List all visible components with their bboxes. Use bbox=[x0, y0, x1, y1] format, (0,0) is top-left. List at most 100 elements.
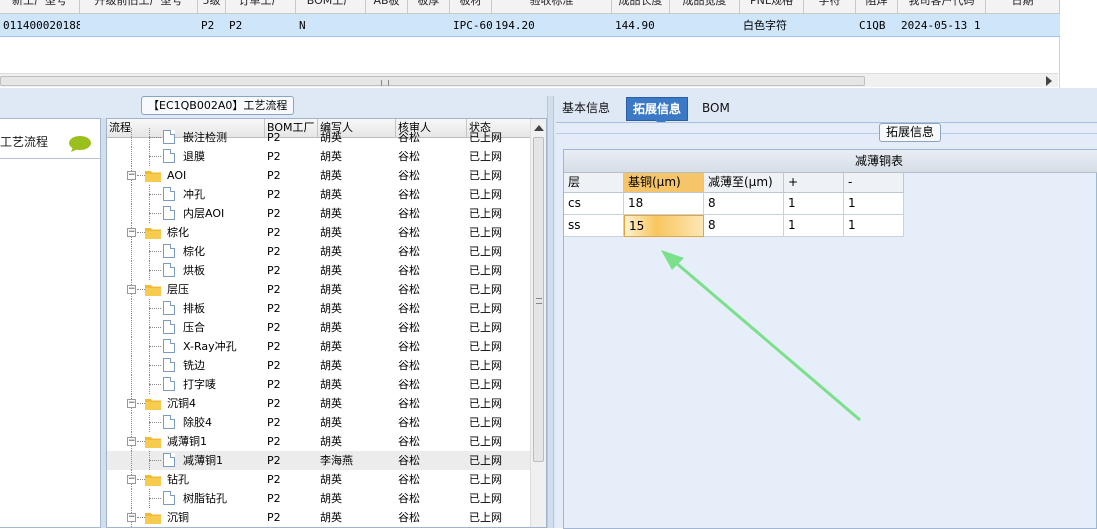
tree-cell-bom-factory[interactable]: P2 bbox=[265, 508, 318, 527]
tree-cell-status[interactable]: 已上网 bbox=[467, 166, 531, 185]
tree-cell-writer[interactable]: 胡英 bbox=[318, 299, 396, 318]
tree-cell-bom-factory[interactable]: P2 bbox=[265, 375, 318, 394]
col-header-minus[interactable]: - bbox=[844, 173, 904, 193]
order-col-header[interactable]: 板厚 bbox=[408, 0, 450, 14]
order-col-header[interactable]: BOM工厂 bbox=[296, 0, 366, 14]
tree-cell-status[interactable]: 已上网 bbox=[467, 432, 531, 451]
tree-cell-process[interactable]: X-Ray冲孔 bbox=[107, 337, 265, 356]
cell-layer[interactable]: cs bbox=[564, 193, 624, 215]
tree-cell-bom-factory[interactable]: P2 bbox=[265, 299, 318, 318]
cell-base-copper-editing[interactable]: 15 bbox=[624, 215, 704, 237]
tree-cell-process[interactable]: 烘板 bbox=[107, 261, 265, 280]
tree-node-leaf[interactable]: 烘板 P2 胡英 谷松 已上网 bbox=[107, 261, 531, 280]
tree-cell-status[interactable]: 已上网 bbox=[467, 451, 531, 470]
tree-cell-status[interactable]: 已上网 bbox=[467, 508, 531, 527]
tree-cell-bom-factory[interactable]: P2 bbox=[265, 470, 318, 489]
tree-cell-reviewer[interactable]: 谷松 bbox=[396, 375, 467, 394]
tree-cell-writer[interactable]: 胡英 bbox=[318, 470, 396, 489]
tree-cell-writer[interactable]: 胡英 bbox=[318, 394, 396, 413]
order-col-header[interactable]: PNL规格 bbox=[740, 0, 804, 14]
tree-cell-status[interactable]: 已上网 bbox=[467, 185, 531, 204]
tree-cell-bom-factory[interactable]: P2 bbox=[265, 394, 318, 413]
chat-bubble-icon[interactable] bbox=[68, 135, 92, 152]
tree-node-leaf[interactable]: 嵌注检测 P2 胡英 谷松 已上网 bbox=[107, 128, 531, 147]
tree-cell-reviewer[interactable]: 谷松 bbox=[396, 432, 467, 451]
tree-cell-reviewer[interactable]: 谷松 bbox=[396, 413, 467, 432]
tree-cell-bom-factory[interactable]: P2 bbox=[265, 280, 318, 299]
tree-cell-reviewer[interactable]: 谷松 bbox=[396, 128, 467, 147]
collapse-toggle-icon[interactable]: − bbox=[127, 285, 136, 294]
order-cell[interactable] bbox=[366, 14, 408, 37]
tree-cell-bom-factory[interactable]: P2 bbox=[265, 128, 318, 147]
tree-cell-writer[interactable]: 胡英 bbox=[318, 413, 396, 432]
tree-cell-reviewer[interactable]: 谷松 bbox=[396, 299, 467, 318]
tree-cell-status[interactable]: 已上网 bbox=[467, 128, 531, 147]
tree-cell-reviewer[interactable]: 谷松 bbox=[396, 242, 467, 261]
order-cell[interactable]: P2 bbox=[198, 14, 226, 37]
tree-cell-bom-factory[interactable]: P2 bbox=[265, 147, 318, 166]
order-cell[interactable]: IPC-6018 Ⅱ级 bbox=[450, 14, 492, 37]
tree-node-leaf[interactable]: 内层AOI P2 胡英 谷松 已上网 bbox=[107, 204, 531, 223]
order-cell[interactable]: N bbox=[296, 14, 366, 37]
tree-node-leaf[interactable]: 棕化 P2 胡英 谷松 已上网 bbox=[107, 242, 531, 261]
tree-cell-process[interactable]: 压合 bbox=[107, 318, 265, 337]
tree-cell-status[interactable]: 已上网 bbox=[467, 261, 531, 280]
tab-extended-info[interactable]: 拓展信息 bbox=[626, 97, 689, 126]
tree-cell-reviewer[interactable]: 谷松 bbox=[396, 166, 467, 185]
order-cell[interactable] bbox=[80, 14, 198, 37]
tree-cell-writer[interactable]: 胡英 bbox=[318, 204, 396, 223]
tree-cell-bom-factory[interactable]: P2 bbox=[265, 242, 318, 261]
tree-cell-bom-factory[interactable]: P2 bbox=[265, 337, 318, 356]
tree-node-leaf[interactable]: 退膜 P2 胡英 谷松 已上网 bbox=[107, 147, 531, 166]
collapse-toggle-icon[interactable]: − bbox=[127, 475, 136, 484]
tree-cell-bom-factory[interactable]: P2 bbox=[265, 318, 318, 337]
tree-node-leaf[interactable]: 压合 P2 胡英 谷松 已上网 bbox=[107, 318, 531, 337]
tree-cell-process[interactable]: 冲孔 bbox=[107, 185, 265, 204]
tree-cell-reviewer[interactable]: 谷松 bbox=[396, 337, 467, 356]
cell-plus[interactable]: 1 bbox=[784, 215, 844, 237]
tree-cell-reviewer[interactable]: 谷松 bbox=[396, 356, 467, 375]
order-col-header[interactable]: 5级 bbox=[198, 0, 226, 14]
tree-cell-process[interactable]: 树脂钻孔 bbox=[107, 489, 265, 508]
tree-cell-process[interactable]: 减薄铜1 bbox=[107, 451, 265, 470]
order-cell[interactable]: C1QB bbox=[856, 14, 898, 37]
tree-cell-writer[interactable]: 胡英 bbox=[318, 375, 396, 394]
tree-cell-process[interactable]: − 层压 bbox=[107, 280, 265, 299]
tree-cell-writer[interactable]: 胡英 bbox=[318, 489, 396, 508]
tree-cell-status[interactable]: 已上网 bbox=[467, 413, 531, 432]
tree-cell-status[interactable]: 已上网 bbox=[467, 299, 531, 318]
tree-cell-process[interactable]: − AOI bbox=[107, 166, 265, 185]
order-cell[interactable]: P2 bbox=[226, 14, 296, 37]
order-col-header[interactable]: 验收标准 bbox=[492, 0, 612, 14]
order-col-header[interactable]: 日期 bbox=[986, 0, 1060, 14]
tree-node-folder[interactable]: − 沉铜4 P2 胡英 谷松 已上网 bbox=[107, 394, 531, 413]
tree-cell-writer[interactable]: 胡英 bbox=[318, 166, 396, 185]
tree-cell-bom-factory[interactable]: P2 bbox=[265, 166, 318, 185]
tree-cell-status[interactable]: 已上网 bbox=[467, 470, 531, 489]
tree-node-folder[interactable]: − 棕化 P2 胡英 谷松 已上网 bbox=[107, 223, 531, 242]
tree-node-folder[interactable]: − 钻孔 P2 胡英 谷松 已上网 bbox=[107, 470, 531, 489]
tree-node-folder[interactable]: − 层压 P2 胡英 谷松 已上网 bbox=[107, 280, 531, 299]
collapse-toggle-icon[interactable]: − bbox=[127, 171, 136, 180]
tree-cell-reviewer[interactable]: 谷松 bbox=[396, 223, 467, 242]
tree-cell-writer[interactable]: 胡英 bbox=[318, 242, 396, 261]
tree-cell-status[interactable]: 已上网 bbox=[467, 375, 531, 394]
tree-node-leaf[interactable]: 排板 P2 胡英 谷松 已上网 bbox=[107, 299, 531, 318]
tree-cell-reviewer[interactable]: 谷松 bbox=[396, 147, 467, 166]
order-col-header[interactable]: 成品宽度 bbox=[670, 0, 740, 14]
cell-thin-to[interactable]: 8 bbox=[704, 215, 784, 237]
tree-cell-reviewer[interactable]: 谷松 bbox=[396, 394, 467, 413]
tree-cell-reviewer[interactable]: 谷松 bbox=[396, 204, 467, 223]
tree-cell-process[interactable]: − 沉铜 bbox=[107, 508, 265, 527]
tab-basic-info[interactable]: 基本信息 bbox=[556, 97, 616, 121]
tree-node-folder[interactable]: − 减薄铜1 P2 胡英 谷松 已上网 bbox=[107, 432, 531, 451]
main-splitter[interactable] bbox=[547, 96, 554, 528]
order-cell[interactable] bbox=[804, 14, 856, 37]
tree-cell-reviewer[interactable]: 谷松 bbox=[396, 470, 467, 489]
tree-cell-reviewer[interactable]: 谷松 bbox=[396, 261, 467, 280]
tree-cell-writer[interactable]: 胡英 bbox=[318, 280, 396, 299]
col-header-plus[interactable]: + bbox=[784, 173, 844, 193]
order-cell[interactable] bbox=[670, 14, 740, 37]
order-cell[interactable]: 144.90 bbox=[612, 14, 670, 37]
tree-cell-status[interactable]: 已上网 bbox=[467, 489, 531, 508]
